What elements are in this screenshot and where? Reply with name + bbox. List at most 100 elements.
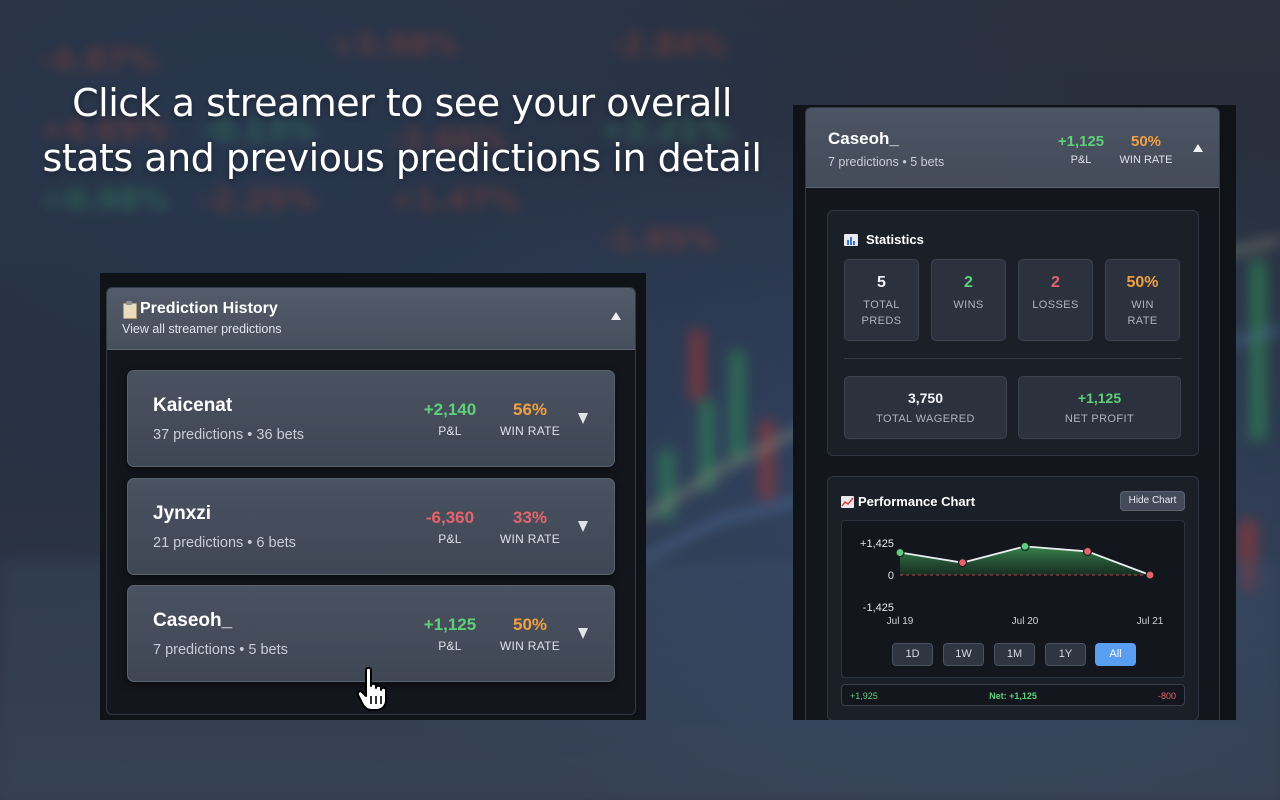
streamer-winrate: 33% WIN RATE — [490, 508, 570, 546]
streamer-meta: 37 predictions • 36 bets — [153, 427, 304, 443]
streamer-pnl: -6,360 P&L — [410, 508, 490, 546]
net-profit-tile: +1,125 NET PROFIT — [1018, 376, 1181, 439]
wins-value: 2 — [964, 274, 973, 291]
prediction-history-window: Prediction History View all streamer pre… — [100, 273, 646, 720]
hand-pointer-cursor-icon — [356, 666, 387, 711]
streamer-name: Caseoh_ — [153, 610, 233, 631]
prediction-history-title: Prediction History — [140, 300, 278, 317]
prediction-history-title-row: Prediction History — [122, 300, 620, 319]
promo-headline: Click a streamer to see your overall sta… — [22, 76, 782, 186]
pnl-value: +1,125 — [423, 615, 477, 634]
performance-title: Performance Chart — [858, 494, 976, 509]
streamer-pnl: +2,140 P&L — [410, 400, 490, 438]
y-tick-label: +1,425 — [860, 538, 894, 550]
pnl-label: P&L — [438, 424, 462, 438]
total-wagered-value: 3,750 — [907, 390, 944, 406]
y-tick-label: -1,425 — [863, 602, 894, 614]
collapse-caret-icon[interactable] — [611, 312, 621, 320]
range-button-1w[interactable]: 1W — [943, 643, 984, 666]
x-tick-label: Jul 21 — [1137, 616, 1164, 627]
total-wagered-label: TOTAL WAGERED — [876, 413, 975, 425]
losses-value: 2 — [1051, 274, 1060, 291]
winrate-label: WIN RATE — [499, 424, 561, 438]
statistics-title: Statistics — [866, 232, 924, 247]
data-point-3 — [1020, 541, 1030, 551]
losses-tile: 2 LOSSES — [1018, 259, 1093, 341]
x-tick-label: Jul 19 — [887, 616, 914, 627]
winrate-value: 56% — [512, 400, 548, 419]
performance-chart: +1,425 0 -1,425 Jul 19 Jul 20 Jul 21 1D 1W 1M… — [841, 520, 1185, 678]
prediction-history-header[interactable]: Prediction History View all streamer pre… — [107, 288, 635, 350]
winrate-label: WIN RATE — [499, 532, 561, 546]
total-preds-label-line-1: TOTAL — [863, 299, 900, 311]
data-point-5 — [1145, 570, 1155, 580]
wins-tile: 2 WINS — [931, 259, 1006, 341]
detail-winrate: 50% WIN RATE — [1116, 133, 1176, 166]
statistics-divider — [844, 358, 1182, 359]
collapse-caret-icon[interactable] — [1193, 144, 1203, 152]
streamer-name: Jynxzi — [153, 503, 212, 524]
range-button-all[interactable]: All — [1095, 643, 1136, 666]
pnl-value: -6,360 — [425, 508, 475, 527]
streamer-winrate: 56% WIN RATE — [490, 400, 570, 438]
statistics-section: Statistics 5 TOTAL PREDS 2 WINS 2 LOSSES… — [827, 210, 1199, 456]
streamer-card-jynxzi[interactable]: Jynxzi 21 predictions • 6 bets -6,360 P&… — [127, 478, 615, 575]
pnl-value: +2,140 — [423, 400, 477, 419]
streamer-meta: 21 predictions • 6 bets — [153, 535, 296, 551]
winrate-value: 50% — [512, 615, 548, 634]
total-preds-label: TOTAL PREDS — [845, 297, 918, 329]
y-tick-label: 0 — [888, 570, 894, 582]
streamer-card-kaicenat[interactable]: Kaicenat 37 predictions • 36 bets +2,140… — [127, 370, 615, 467]
detail-streamer-meta: 7 predictions • 5 bets — [828, 155, 945, 169]
expand-caret-icon[interactable] — [578, 413, 588, 424]
losses-label: LOSSES — [1032, 299, 1079, 311]
summary-low: -800 — [1157, 691, 1176, 701]
performance-chart-section: Performance Chart Hide Chart +1,425 0 -1,4… — [827, 476, 1199, 720]
line-chart-icon — [841, 495, 854, 508]
expand-caret-icon[interactable] — [578, 628, 588, 639]
pnl-label: P&L — [438, 639, 462, 653]
streamer-winrate: 50% WIN RATE — [490, 615, 570, 653]
detail-winrate-value: 50% — [1130, 133, 1162, 150]
streamer-detail-header[interactable]: Caseoh_ 7 predictions • 5 bets +1,125 P&… — [806, 108, 1219, 188]
performance-summary-bar: +1,925 Net: +1,125 -800 — [841, 684, 1185, 706]
total-preds-label-line-2: PREDS — [861, 315, 902, 327]
prediction-history-panel: Prediction History View all streamer pre… — [106, 287, 636, 715]
total-preds-value: 5 — [877, 274, 886, 291]
winrate-tile: 50% WIN RATE — [1105, 259, 1180, 341]
clipboard-icon — [122, 301, 137, 319]
streamer-detail-panel: Caseoh_ 7 predictions • 5 bets +1,125 P&… — [805, 107, 1220, 720]
data-point-2 — [957, 558, 968, 568]
winrate-label: WIN RATE — [499, 639, 561, 653]
winrate-label-line-1: WIN — [1131, 299, 1154, 311]
detail-pnl-label: P&L — [1070, 154, 1092, 166]
winrate-value: 33% — [512, 508, 548, 527]
range-button-1d[interactable]: 1D — [892, 643, 933, 666]
winrate-label-line-2: RATE — [1127, 315, 1158, 327]
data-point-4 — [1082, 546, 1093, 557]
expand-caret-icon[interactable] — [578, 521, 588, 532]
detail-streamer-name: Caseoh_ — [828, 129, 899, 148]
winrate-tile-value: 50% — [1126, 274, 1159, 291]
statistics-title-row: Statistics — [844, 232, 924, 247]
headline-line-1: Click a streamer to see your overall — [72, 81, 732, 125]
headline-line-2: stats and previous predictions in detail — [42, 136, 762, 180]
bar-chart-icon — [844, 233, 858, 246]
range-button-1m[interactable]: 1M — [994, 643, 1035, 666]
prediction-history-subtitle: View all streamer predictions — [122, 322, 282, 336]
streamer-meta: 7 predictions • 5 bets — [153, 642, 288, 658]
streamer-name: Kaicenat — [153, 395, 233, 416]
total-preds-tile: 5 TOTAL PREDS — [844, 259, 919, 341]
pnl-label: P&L — [438, 532, 462, 546]
summary-net: Net: +1,125 — [989, 691, 1037, 701]
detail-pnl-value: +1,125 — [1057, 133, 1105, 150]
performance-chart-svg: +1,425 0 -1,425 Jul 19 Jul 20 Jul 21 — [860, 538, 1164, 627]
data-point-1 — [895, 547, 905, 558]
net-profit-value: +1,125 — [1077, 390, 1122, 406]
net-profit-label: NET PROFIT — [1064, 413, 1135, 425]
range-button-1y[interactable]: 1Y — [1045, 643, 1086, 666]
hide-chart-button[interactable]: Hide Chart — [1120, 491, 1185, 511]
detail-winrate-label: WIN RATE — [1119, 154, 1173, 166]
streamer-detail-window: Caseoh_ 7 predictions • 5 bets +1,125 P&… — [793, 105, 1236, 720]
winrate-tile-label: WIN RATE — [1106, 297, 1179, 329]
